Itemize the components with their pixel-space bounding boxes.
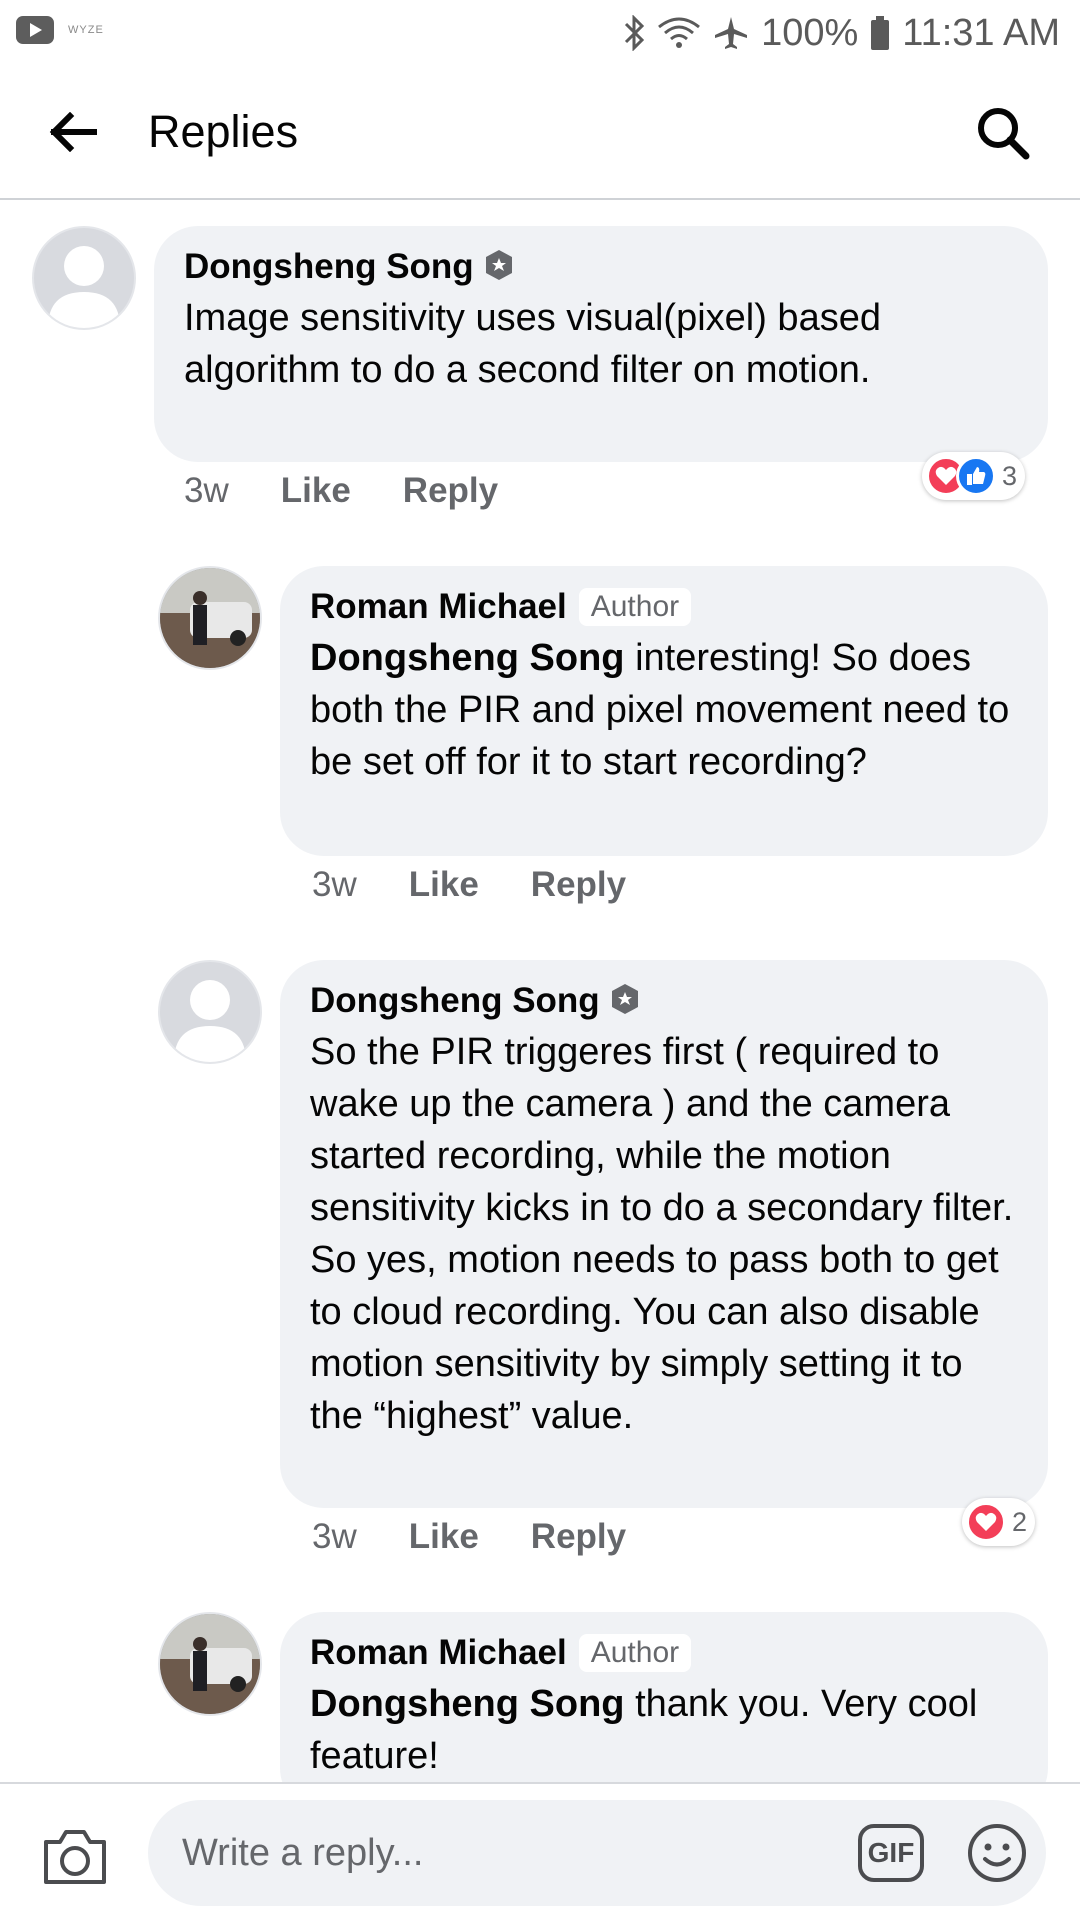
avatar[interactable] <box>158 566 262 670</box>
battery-percent: 100% <box>761 11 859 54</box>
comment-text: Image sensitivity uses visual(pixel) bas… <box>184 297 881 391</box>
comment-author[interactable]: Dongsheng Song <box>184 247 474 287</box>
comment-text-container: Dongsheng Song thank you. Very cool feat… <box>310 1678 1018 1782</box>
app-label: WYZE <box>68 24 104 36</box>
comment-author[interactable]: Roman Michael <box>310 587 567 627</box>
comment-author[interactable]: Dongsheng Song <box>310 981 600 1021</box>
like-button[interactable]: Like <box>281 471 351 511</box>
comment-actions: 3w Like Reply <box>312 1512 626 1562</box>
avatar[interactable] <box>158 960 262 1064</box>
comment-age[interactable]: 3w <box>312 1517 357 1557</box>
avatar[interactable] <box>32 226 136 330</box>
comment-bubble[interactable]: Dongsheng Song So the PIR triggeres firs… <box>280 960 1048 1508</box>
emoji-icon <box>968 1824 1026 1882</box>
back-arrow-icon <box>49 112 97 152</box>
wifi-icon <box>657 15 701 51</box>
like-button[interactable]: Like <box>409 865 479 905</box>
reply-button[interactable]: Reply <box>531 1517 626 1557</box>
page-title: Replies <box>148 106 299 157</box>
reply-button[interactable]: Reply <box>403 471 498 511</box>
comment-actions: 3w Like Reply <box>184 466 498 516</box>
camera-button[interactable] <box>40 1824 110 1890</box>
gif-button[interactable]: GIF <box>858 1824 924 1882</box>
bluetooth-icon <box>623 15 645 51</box>
reply-button[interactable]: Reply <box>531 865 626 905</box>
love-reaction-icon <box>966 1502 1006 1542</box>
header-bar: Replies <box>0 66 1080 200</box>
moderator-badge-icon <box>484 249 514 286</box>
emoji-button[interactable] <box>966 1822 1028 1884</box>
reaction-count: 2 <box>1012 1506 1028 1537</box>
comment-age[interactable]: 3w <box>184 471 229 511</box>
like-reaction-icon <box>956 456 996 496</box>
comment-author[interactable]: Roman Michael <box>310 1633 567 1673</box>
profile-photo <box>160 1614 260 1714</box>
back-button[interactable] <box>40 102 106 162</box>
profile-photo <box>160 568 260 668</box>
search-icon <box>978 108 1030 160</box>
battery-icon <box>870 15 890 51</box>
reaction-count: 3 <box>1002 460 1018 491</box>
comment-text-container: Dongsheng Song interesting! So does both… <box>310 632 1018 788</box>
status-icons: 100% 11:31 AM <box>623 8 1060 58</box>
youtube-icon <box>16 16 54 44</box>
mention-link[interactable]: Dongsheng Song <box>310 1683 625 1725</box>
camera-icon <box>44 1830 106 1884</box>
moderator-badge-icon <box>610 983 640 1020</box>
reaction-summary[interactable]: 3 <box>922 452 1026 500</box>
author-badge: Author <box>578 1634 692 1672</box>
status-bar: WYZE 100% 11:31 AM <box>0 0 1080 66</box>
default-avatar-icon <box>48 246 120 328</box>
like-button[interactable]: Like <box>409 1517 479 1557</box>
comment-age[interactable]: 3w <box>312 865 357 905</box>
clock: 11:31 AM <box>902 11 1060 54</box>
comment-bubble[interactable]: Dongsheng Song Image sensitivity uses vi… <box>154 226 1048 462</box>
comment-bubble[interactable]: Roman Michael Author Dongsheng Song inte… <box>280 566 1048 856</box>
default-avatar-icon <box>174 980 246 1062</box>
author-badge: Author <box>578 588 692 626</box>
reply-composer: Write a reply... GIF <box>0 1782 1080 1920</box>
comment-actions: 3w Like Reply <box>312 860 626 910</box>
reaction-summary[interactable]: 2 <box>962 1498 1036 1546</box>
replies-screen: WYZE 100% 11:31 AM Replies Dongsheng Son… <box>0 0 1080 1920</box>
reply-placeholder: Write a reply... <box>182 1831 424 1874</box>
avatar[interactable] <box>158 1612 262 1716</box>
comment-text: So the PIR triggeres first ( required to… <box>310 1031 1014 1437</box>
mention-link[interactable]: Dongsheng Song <box>310 637 625 679</box>
search-button[interactable] <box>970 100 1036 166</box>
airplane-icon <box>713 15 749 51</box>
